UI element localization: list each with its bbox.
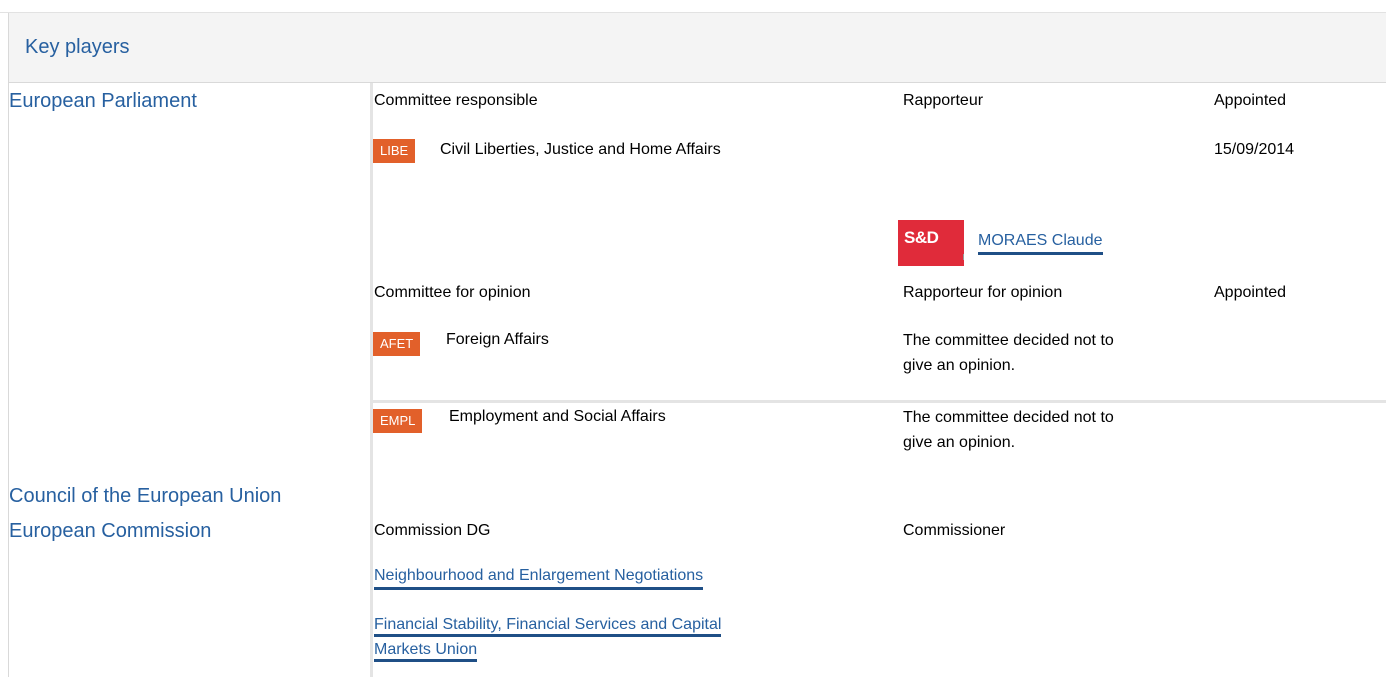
body-european-commission[interactable]: European Commission <box>9 520 211 543</box>
key-players-header: Key players <box>8 13 1386 83</box>
opinion-note: The committee decided not to give an opi… <box>903 409 1114 451</box>
section-title: Key players <box>25 36 130 58</box>
dg-link-financial-stability[interactable]: Financial Stability, Financial Services … <box>374 612 859 662</box>
row-divider <box>373 400 1386 403</box>
committee-opinion-heading: Committee for opinion <box>374 284 531 301</box>
opinion-note: The committee decided not to give an opi… <box>903 332 1114 374</box>
appointed-heading: Appointed <box>1214 92 1287 109</box>
left-border <box>8 83 9 677</box>
rapporteur-heading: Rapporteur <box>903 92 984 109</box>
appointed-opinion-heading: Appointed <box>1214 284 1287 301</box>
logo-marker <box>963 254 964 260</box>
body-council[interactable]: Council of the European Union <box>9 485 281 508</box>
rapporteur-opinion-heading: Rapporteur for opinion <box>903 284 1063 301</box>
rapporteur-link[interactable]: MORAES Claude <box>978 232 1103 255</box>
committee-name: Civil Liberties, Justice and Home Affair… <box>440 141 721 158</box>
commission-dg-heading: Commission DG <box>374 522 491 539</box>
committee-name: Foreign Affairs <box>446 331 549 348</box>
commissioner-heading: Commissioner <box>903 522 1006 539</box>
committee-code-badge[interactable]: LIBE <box>373 139 416 163</box>
dg-link-neighbourhood[interactable]: Neighbourhood and Enlargement Negotiatio… <box>374 567 704 590</box>
body-european-parliament[interactable]: European Parliament <box>9 90 197 113</box>
appointed-date: 15/09/2014 <box>1214 141 1295 158</box>
committee-name: Employment and Social Affairs <box>449 408 666 425</box>
column-divider <box>370 83 373 677</box>
committee-code-badge[interactable]: AFET <box>373 332 421 356</box>
committee-code-badge[interactable]: EMPL <box>373 409 423 433</box>
committee-responsible-heading: Committee responsible <box>374 92 538 109</box>
sd-group-logo: S&D <box>898 220 964 266</box>
